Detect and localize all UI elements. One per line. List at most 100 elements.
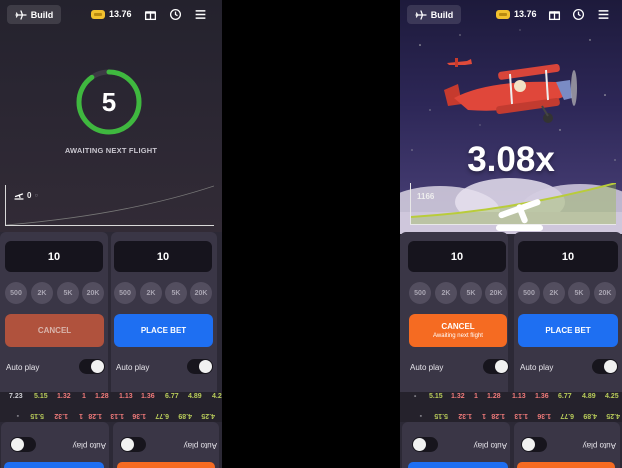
info-icon: ○ bbox=[34, 192, 39, 199]
chip-2k[interactable]: 2K bbox=[435, 282, 457, 304]
history-icon[interactable] bbox=[169, 8, 182, 21]
history-item: 4.25 bbox=[605, 393, 619, 400]
countdown-value: 5 bbox=[101, 86, 117, 117]
history-item: 4.25 bbox=[201, 412, 215, 419]
chip-20k[interactable]: 20K bbox=[594, 282, 616, 304]
chip-20k[interactable]: 20K bbox=[82, 282, 104, 304]
auto-play-toggle[interactable] bbox=[483, 359, 509, 374]
history-item: 5.15 bbox=[30, 412, 44, 419]
cancel-button[interactable]: CANCEL bbox=[5, 314, 104, 347]
auto-play-label: Auto play bbox=[520, 363, 554, 372]
bet-amount-input[interactable]: 10 bbox=[5, 241, 103, 272]
auto-play-toggle[interactable] bbox=[79, 359, 105, 374]
balance-value: 13.76 bbox=[514, 9, 537, 19]
flight-graph: 1166 bbox=[410, 183, 616, 231]
history-item: 4.89 bbox=[188, 393, 202, 400]
build-label: Build bbox=[30, 9, 54, 20]
history-item: 5.15 bbox=[34, 393, 48, 400]
history-item: 1.36 bbox=[537, 412, 551, 419]
chip-5k[interactable]: 5K bbox=[460, 282, 482, 304]
auto-play-label: Auto play bbox=[6, 363, 40, 372]
history-item: 4.89 bbox=[582, 393, 596, 400]
history-item: 6.77 bbox=[560, 412, 574, 419]
plane-icon bbox=[15, 9, 27, 20]
chip-5k[interactable]: 5K bbox=[165, 282, 187, 304]
history-item: 6.77 bbox=[155, 412, 169, 419]
place-bet-button[interactable]: PLACE BET bbox=[114, 314, 213, 347]
takeoff-icon bbox=[495, 199, 544, 231]
history-item: 1.36 bbox=[535, 393, 549, 400]
auto-play-toggle[interactable] bbox=[521, 437, 547, 452]
history-item: 1 bbox=[82, 393, 86, 400]
chip-500[interactable]: 500 bbox=[5, 282, 27, 304]
history-item: 6.77 bbox=[558, 393, 572, 400]
auto-play-label: Auto play bbox=[582, 441, 616, 450]
cancel-label: CANCEL bbox=[37, 326, 72, 335]
chip-5k[interactable]: 5K bbox=[568, 282, 590, 304]
build-label: Build bbox=[430, 9, 454, 20]
players-count: 1166 bbox=[417, 192, 544, 231]
build-button[interactable]: Build bbox=[407, 5, 461, 24]
history-item: 7.23 bbox=[9, 393, 23, 400]
chip-500[interactable]: 500 bbox=[409, 282, 431, 304]
plane-icon bbox=[415, 9, 427, 20]
history-item: 1.13 bbox=[514, 412, 528, 419]
auto-play-toggle[interactable] bbox=[592, 359, 618, 374]
chip-5k[interactable]: 5K bbox=[57, 282, 79, 304]
cancel-button[interactable]: CANCEL Awaiting next flight bbox=[409, 314, 507, 347]
cancel-button[interactable] bbox=[117, 462, 215, 468]
history-item: 5.15 bbox=[429, 393, 443, 400]
chip-500[interactable]: 500 bbox=[518, 282, 540, 304]
chip-2k[interactable]: 2K bbox=[31, 282, 53, 304]
history-item: 4.89 bbox=[583, 412, 597, 419]
history-item: 4.2 bbox=[212, 393, 222, 400]
chip-20k[interactable]: 20K bbox=[190, 282, 212, 304]
game-panel-waiting: Build 13.76 5 AWAITING NEXT FLIGHT 0 ○ 1… bbox=[0, 0, 222, 468]
coin-icon bbox=[91, 9, 105, 19]
bet-panel-2: 10 500 2K 5K 20K PLACE BET Auto play bbox=[111, 232, 217, 392]
gift-icon[interactable] bbox=[548, 8, 561, 21]
chip-20k[interactable]: 20K bbox=[485, 282, 507, 304]
bet-panel-2: 10 500 2K 5K 20K PLACE BET Auto play bbox=[514, 232, 622, 392]
place-bet-button[interactable]: PLACE BET bbox=[518, 314, 618, 347]
history-item: 1.32 bbox=[54, 412, 68, 419]
history-item: 1.28 bbox=[95, 393, 109, 400]
history-item: 1.28 bbox=[88, 412, 102, 419]
auto-play-label: Auto play bbox=[72, 441, 106, 450]
history-row-mirrored: 4.25 4.89 6.77 1.36 1.13 1.28 1 1.32 5.1… bbox=[400, 409, 622, 419]
auto-play-label: Auto play bbox=[116, 363, 150, 372]
auto-play-toggle[interactable] bbox=[187, 359, 213, 374]
menu-icon[interactable] bbox=[194, 8, 207, 21]
place-bet-button[interactable] bbox=[408, 462, 508, 468]
balance: 13.76 bbox=[91, 9, 132, 19]
history-item: 1.32 bbox=[57, 393, 71, 400]
auto-play-toggle[interactable] bbox=[120, 437, 146, 452]
chip-2k[interactable]: 2K bbox=[543, 282, 565, 304]
gift-icon[interactable] bbox=[144, 8, 157, 21]
menu-icon[interactable] bbox=[597, 8, 610, 21]
top-bar: Build 13.76 bbox=[400, 0, 622, 30]
chip-500[interactable]: 500 bbox=[114, 282, 136, 304]
mirrored-bet-panel: Auto play Auto play bbox=[400, 422, 622, 468]
history-icon[interactable] bbox=[572, 8, 585, 21]
history-item: 4.25 bbox=[606, 412, 620, 419]
history-item: 1.36 bbox=[141, 393, 155, 400]
auto-play-toggle[interactable] bbox=[10, 437, 36, 452]
history-item: 1.13 bbox=[512, 393, 526, 400]
bet-amount-input[interactable]: 10 bbox=[518, 241, 618, 272]
build-button[interactable]: Build bbox=[7, 5, 61, 24]
auto-play-toggle[interactable] bbox=[412, 437, 438, 452]
flight-graph: 0 ○ bbox=[5, 185, 214, 226]
cancel-button[interactable] bbox=[517, 462, 615, 468]
bet-amount-input[interactable]: 10 bbox=[114, 241, 212, 272]
top-bar: Build 13.76 bbox=[0, 0, 222, 30]
chip-2k[interactable]: 2K bbox=[140, 282, 162, 304]
history-row-mirrored: 4.25 4.89 6.77 1.36 1.13 1.28 1 1.32 5.1… bbox=[0, 409, 222, 419]
multiplier-history: - 5.15 1.32 1 1.28 1.13 1.36 6.77 4.89 4… bbox=[400, 392, 622, 422]
auto-play-label: Auto play bbox=[473, 441, 507, 450]
place-bet-button[interactable] bbox=[4, 462, 104, 468]
history-item: 1 bbox=[79, 412, 83, 419]
history-item: 1.32 bbox=[451, 393, 465, 400]
bet-amount-input[interactable]: 10 bbox=[408, 241, 506, 272]
auto-play-label: Auto play bbox=[410, 363, 444, 372]
